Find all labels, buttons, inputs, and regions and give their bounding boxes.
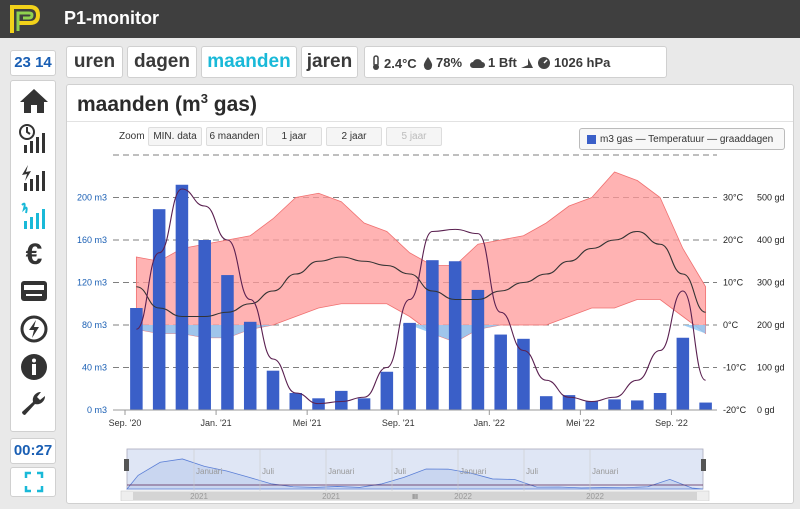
- weather-pressure: 1026 hPa: [537, 55, 610, 70]
- tab-jaren[interactable]: jaren: [301, 46, 358, 78]
- y-left-tick-label: 80 m3: [82, 320, 107, 330]
- gas-bar: [653, 393, 667, 410]
- y-gd-tick-label: 100 gd: [757, 363, 785, 373]
- navigator-label: Januari: [460, 467, 486, 476]
- navigator-year-label: 2021: [322, 492, 340, 501]
- y-gd-tick-label: 200 gd: [757, 320, 785, 330]
- navigator-left-handle: [124, 459, 129, 471]
- gas-bar: [335, 390, 348, 410]
- clock: 23 14: [10, 50, 56, 76]
- wind-direction-icon: [520, 57, 533, 68]
- x-tick-label: Sep. '20: [109, 418, 142, 428]
- x-tick-label: Sep. '22: [655, 418, 688, 428]
- gas-bar: [448, 261, 462, 410]
- navigator-year-label: 2022: [454, 492, 472, 501]
- cloud-wind-icon: [470, 58, 485, 68]
- y-gd-tick-label: 400 gd: [757, 235, 785, 245]
- droplet-icon: [423, 56, 433, 70]
- gas-bar: [608, 399, 621, 410]
- fullscreen-button[interactable]: [10, 467, 56, 497]
- gas-bar: [699, 402, 712, 410]
- y-temp-tick-label: -20°C: [723, 405, 747, 415]
- sidebar-nav: €: [10, 80, 56, 432]
- chart-panel: maanden (m3 gas) Zoom MIN. data 6 maande…: [66, 84, 794, 504]
- gas-bar: [517, 338, 530, 410]
- y-temp-tick-label: 10°C: [723, 278, 744, 288]
- home-icon[interactable]: [14, 83, 54, 119]
- svg-text:€: €: [26, 238, 43, 268]
- x-tick-label: Mei '21: [293, 418, 322, 428]
- y-left-tick-label: 40 m3: [82, 363, 107, 373]
- gas-bar: [426, 260, 439, 410]
- x-tick-label: Mei '22: [566, 418, 595, 428]
- navigator-year-label: 2022: [586, 492, 604, 501]
- navigator-label: Juli: [526, 467, 538, 476]
- y-left-tick-label: 0 m3: [87, 405, 107, 415]
- navigator-right-handle: [701, 459, 706, 471]
- gas-bar: [221, 275, 234, 410]
- y-temp-tick-label: 0°C: [723, 320, 739, 330]
- settings-wrench-icon[interactable]: [14, 387, 54, 423]
- y-left-tick-label: 200 m3: [77, 193, 107, 203]
- gas-bar: [631, 400, 644, 410]
- info-icon[interactable]: [14, 349, 54, 385]
- x-tick-label: Jan. '22: [474, 418, 505, 428]
- gas-bar: [676, 337, 690, 410]
- navigator-label: Juli: [262, 467, 274, 476]
- tab-dagen[interactable]: dagen: [127, 46, 197, 78]
- navigator-label: Januari: [328, 467, 354, 476]
- x-tick-label: Jan. '21: [200, 418, 231, 428]
- y-gd-tick-label: 300 gd: [757, 278, 785, 288]
- gas-bar: [266, 370, 280, 410]
- y-left-tick-label: 120 m3: [77, 278, 107, 288]
- gas-chart: 0 m3 40 m3 80 m3 120 m3 160 m3 200 m3 -20°C -10…: [77, 154, 785, 501]
- y-temp-tick-label: 20°C: [723, 235, 744, 245]
- gas-bar: [175, 184, 189, 410]
- gas-bar: [289, 393, 303, 410]
- gauge-icon: [538, 56, 550, 69]
- gas-bar: [357, 398, 371, 410]
- gas-bar: [539, 396, 553, 410]
- tab-uren[interactable]: uren: [66, 46, 123, 78]
- tab-maanden[interactable]: maanden: [201, 46, 297, 78]
- weather-temperature: 2.4°C: [371, 55, 417, 71]
- power-history-icon[interactable]: [14, 159, 54, 195]
- navigator-year-label: 2021: [190, 492, 208, 501]
- gas-bar: [152, 209, 166, 410]
- top-bar: P1-monitor: [0, 0, 800, 38]
- gas-bar: [471, 289, 485, 410]
- scrollbar-grip-icon: III: [412, 494, 418, 501]
- x-tick-label: Sep. '21: [382, 418, 415, 428]
- weather-bar: 2.4°C 78% 1 Bft 1026 hPa: [364, 46, 667, 78]
- panel-title: maanden (m3 gas): [77, 91, 257, 116]
- euro-icon[interactable]: €: [14, 235, 54, 271]
- y-gd-tick-label: 500 gd: [757, 193, 785, 203]
- p1-logo-icon: [10, 5, 41, 33]
- gas-history-icon[interactable]: [14, 197, 54, 233]
- gas-bar: [403, 322, 416, 410]
- navigator-label: Januari: [196, 467, 222, 476]
- y-gd-tick-label: 0 gd: [757, 405, 775, 415]
- y-temp-tick-label: 30°C: [723, 193, 744, 203]
- fullscreen-icon: [24, 471, 44, 493]
- refresh-timer: 00:27: [10, 438, 56, 464]
- solar-power-icon[interactable]: [14, 311, 54, 347]
- gas-bar: [243, 321, 257, 410]
- navigator-label: Juli: [394, 467, 406, 476]
- thermometer-icon: [373, 55, 379, 70]
- navigator-label: Januari: [592, 467, 618, 476]
- gas-bar: [198, 240, 211, 410]
- gas-bar: [380, 371, 394, 410]
- realtime-power-icon[interactable]: [14, 121, 54, 157]
- weather-humidity: 78%: [423, 55, 462, 70]
- gas-bar: [585, 401, 599, 410]
- y-temp-tick-label: -10°C: [723, 363, 747, 373]
- app-title: P1-monitor: [64, 8, 160, 28]
- gas-bar: [494, 334, 507, 410]
- weather-wind: 1 Bft: [469, 55, 534, 70]
- y-left-tick-label: 160 m3: [77, 235, 107, 245]
- meter-icon[interactable]: [14, 273, 54, 309]
